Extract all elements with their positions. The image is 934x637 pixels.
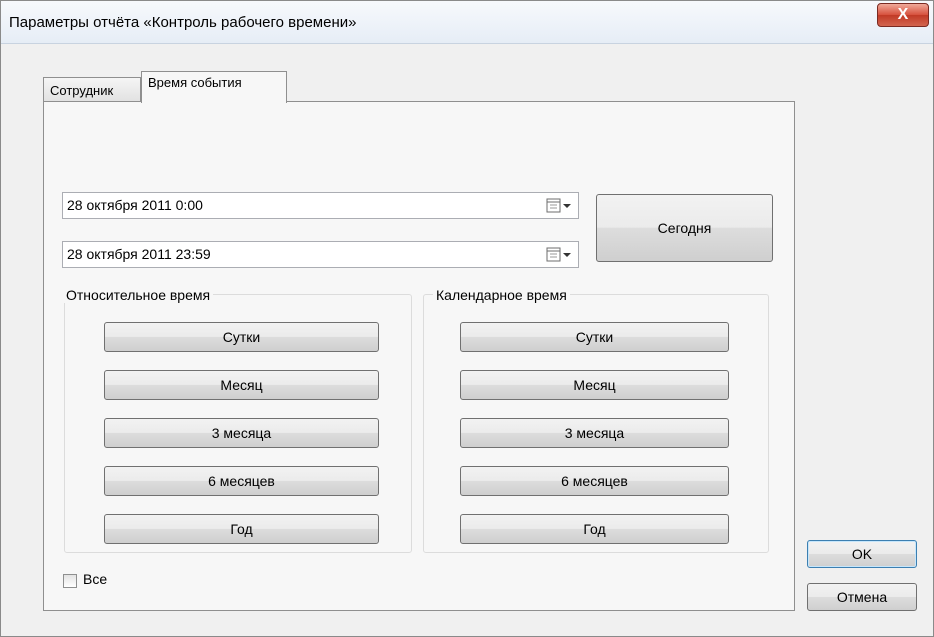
- tab-employee[interactable]: Сотрудник: [43, 77, 141, 102]
- relative-6-months-button[interactable]: 6 месяцев: [104, 466, 379, 496]
- calendar-6-months-button[interactable]: 6 месяцев: [460, 466, 729, 496]
- calendar-time-title: Календарное время: [433, 287, 570, 303]
- calendar-month-label: Месяц: [573, 377, 616, 393]
- tab-employee-label: Сотрудник: [50, 83, 114, 98]
- window-title: Параметры отчёта «Контроль рабочего врем…: [9, 14, 357, 31]
- tab-event-time[interactable]: Время события: [141, 71, 287, 103]
- tab-event-time-label: Время события: [148, 75, 242, 90]
- date-from-field[interactable]: 28 октября 2011 0:00: [62, 192, 579, 219]
- calendar-year-button[interactable]: Год: [460, 514, 729, 544]
- relative-year-button[interactable]: Год: [104, 514, 379, 544]
- close-button[interactable]: X: [877, 3, 929, 27]
- all-checkbox[interactable]: [63, 574, 77, 588]
- dialog-window: Параметры отчёта «Контроль рабочего врем…: [0, 0, 934, 637]
- all-checkbox-label[interactable]: Все: [83, 571, 107, 587]
- calendar-day-button[interactable]: Сутки: [460, 322, 729, 352]
- relative-day-button[interactable]: Сутки: [104, 322, 379, 352]
- date-from-value: 28 октября 2011 0:00: [67, 197, 203, 213]
- calendar-dropdown-icon[interactable]: [546, 198, 572, 214]
- cancel-button-label: Отмена: [836, 589, 888, 605]
- relative-month-label: Месяц: [220, 377, 263, 393]
- ok-button-label: OK: [851, 546, 873, 562]
- title-bar: Параметры отчёта «Контроль рабочего врем…: [1, 1, 933, 44]
- date-to-field[interactable]: 28 октября 2011 23:59: [62, 241, 579, 268]
- today-button-label: Сегодня: [657, 220, 712, 236]
- relative-3-months-label: 3 месяца: [211, 425, 272, 441]
- calendar-6-months-label: 6 месяцев: [561, 473, 628, 489]
- calendar-3-months-label: 3 месяца: [564, 425, 625, 441]
- today-button[interactable]: Сегодня: [596, 194, 773, 262]
- relative-3-months-button[interactable]: 3 месяца: [104, 418, 379, 448]
- calendar-day-label: Сутки: [575, 329, 614, 345]
- calendar-3-months-button[interactable]: 3 месяца: [460, 418, 729, 448]
- ok-button[interactable]: OK: [807, 540, 917, 568]
- relative-6-months-label: 6 месяцев: [208, 473, 275, 489]
- close-icon: X: [897, 6, 909, 23]
- calendar-year-label: Год: [583, 521, 606, 537]
- relative-day-label: Сутки: [222, 329, 261, 345]
- date-to-value: 28 октября 2011 23:59: [67, 246, 211, 262]
- cancel-button[interactable]: Отмена: [807, 583, 917, 611]
- calendar-month-button[interactable]: Месяц: [460, 370, 729, 400]
- relative-year-label: Год: [230, 521, 253, 537]
- calendar-dropdown-icon[interactable]: [546, 247, 572, 263]
- relative-time-title: Относительное время: [63, 287, 214, 303]
- relative-month-button[interactable]: Месяц: [104, 370, 379, 400]
